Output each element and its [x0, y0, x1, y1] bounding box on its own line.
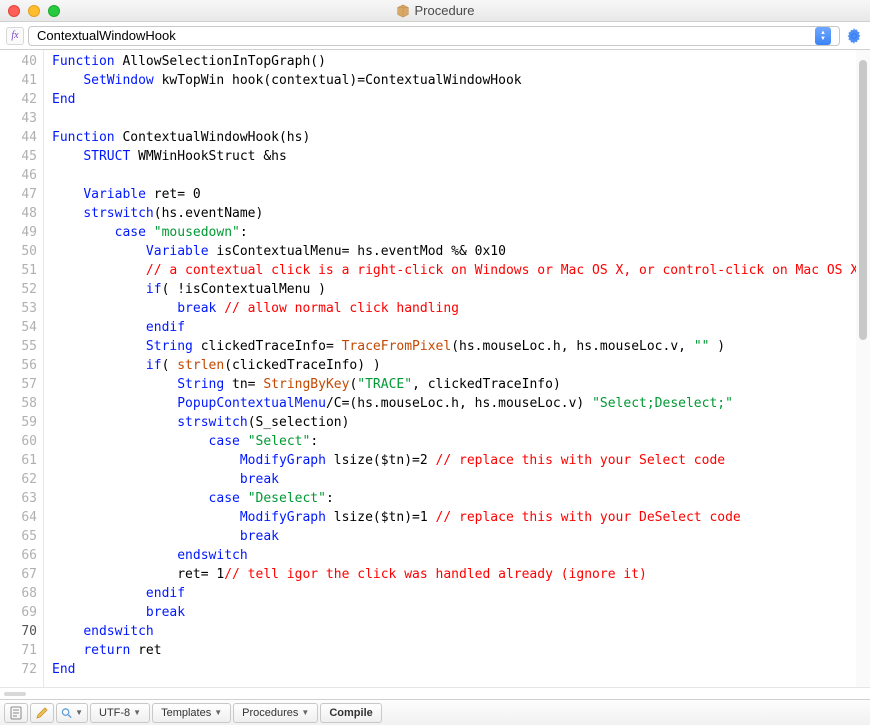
- updown-arrows-icon: ▲▼: [815, 27, 831, 45]
- vertical-scrollbar[interactable]: [856, 50, 870, 687]
- close-window-button[interactable]: [8, 5, 20, 17]
- procedures-label: Procedures: [242, 707, 298, 719]
- procedures-button[interactable]: Procedures ▼: [233, 703, 318, 723]
- gear-icon[interactable]: [844, 26, 864, 46]
- title-bar: Procedure: [0, 0, 870, 22]
- templates-label: Templates: [161, 707, 211, 719]
- function-selector[interactable]: ContextualWindowHook ▲▼: [28, 26, 840, 46]
- function-selector-value: ContextualWindowHook: [37, 28, 176, 43]
- zoom-window-button[interactable]: [48, 5, 60, 17]
- document-icon-button[interactable]: [4, 703, 28, 723]
- window-title: Procedure: [0, 3, 870, 18]
- scrollbar-thumb[interactable]: [859, 60, 867, 340]
- status-strip: [0, 687, 870, 699]
- minimize-window-button[interactable]: [28, 5, 40, 17]
- window-title-text: Procedure: [415, 3, 475, 18]
- function-toolbar: fx ContextualWindowHook ▲▼: [0, 22, 870, 50]
- chevron-down-icon: ▼: [301, 708, 309, 717]
- chevron-down-icon: ▼: [214, 708, 222, 717]
- code-editor[interactable]: 4041424344454647484950515253545556575859…: [0, 50, 870, 687]
- templates-button[interactable]: Templates ▼: [152, 703, 231, 723]
- compile-button[interactable]: Compile: [320, 703, 381, 723]
- bottom-toolbar: ▼ UTF-8 ▼ Templates ▼ Procedures ▼ Compi…: [0, 699, 870, 725]
- line-number-gutter: 4041424344454647484950515253545556575859…: [0, 50, 44, 687]
- code-area[interactable]: Function AllowSelectionInTopGraph() SetW…: [44, 50, 856, 687]
- window-controls: [0, 5, 60, 17]
- chevron-down-icon: ▼: [133, 708, 141, 717]
- compile-label: Compile: [329, 707, 372, 719]
- magnifier-icon-button[interactable]: ▼: [56, 703, 88, 723]
- function-icon: fx: [6, 27, 24, 45]
- encoding-button[interactable]: UTF-8 ▼: [90, 703, 150, 723]
- chevron-down-icon: ▼: [75, 708, 83, 717]
- encoding-label: UTF-8: [99, 707, 130, 719]
- procedure-file-icon: [396, 4, 410, 18]
- pencil-icon-button[interactable]: [30, 703, 54, 723]
